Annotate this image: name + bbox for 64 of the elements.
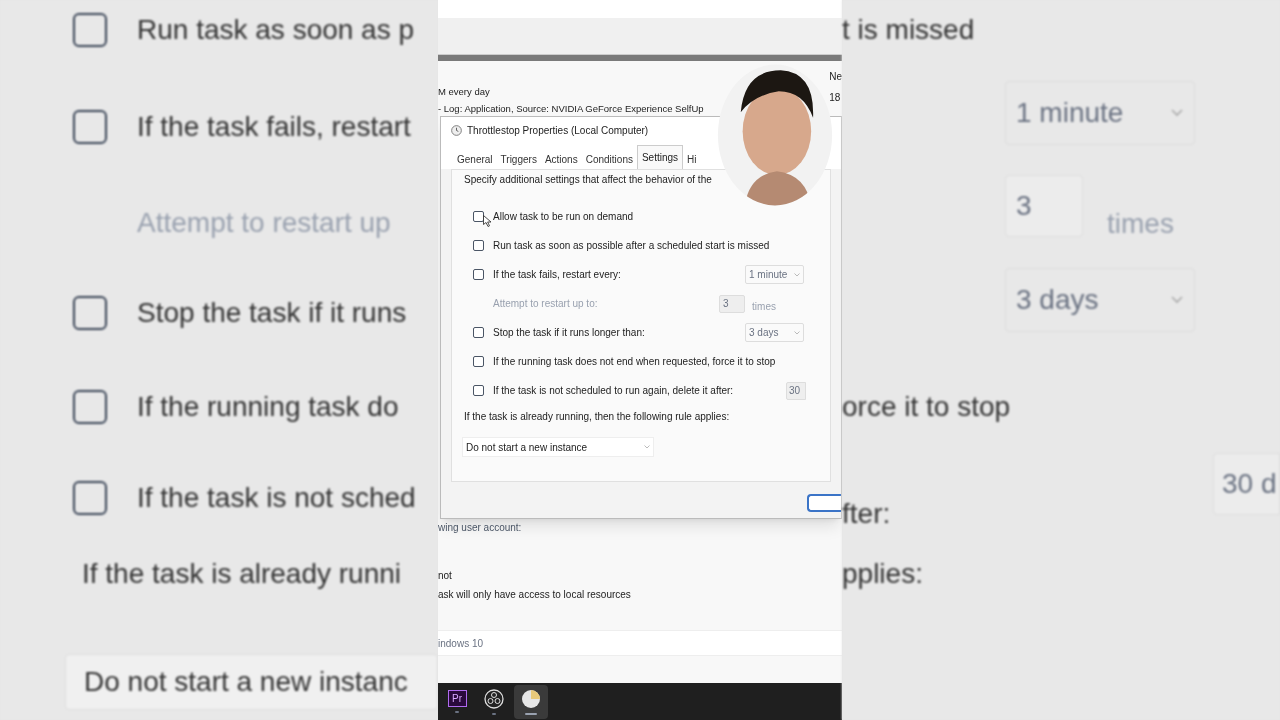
option-label: Allow task to be run on demand [493,210,634,224]
caret-icon [1170,109,1184,117]
detail-line: ask will only have access to local resources [438,588,632,602]
caret-icon [1170,296,1184,304]
unit-label: times [752,300,777,314]
dropdown[interactable]: 3 days [745,323,804,342]
checkbox[interactable] [73,481,107,515]
column-header: Ne [829,70,842,84]
detail-line: wing user account: [438,521,523,535]
option-label: Attempt to restart up [136,206,391,240]
checkbox[interactable] [473,356,484,367]
tab[interactable]: Actions [540,149,582,169]
dropdown[interactable]: Do not start a new instance [462,437,654,457]
option-label: If the running task does not end when requested, force it to stop [493,355,776,369]
option-label: If the task fails, restart every: [493,268,621,282]
clock-icon [451,124,462,136]
checkbox[interactable] [473,327,484,338]
tab[interactable]: Settings [636,145,684,169]
option-label: pplies: [842,557,923,591]
option-label: Run task as soon as p [137,13,415,47]
option-label: Attempt to restart up to: [492,297,598,311]
detail-line: not [438,569,453,583]
checkbox[interactable] [473,240,484,251]
caret-icon [794,272,800,277]
option-label: orce it to stop [842,390,1011,424]
app-icon[interactable]: Pr [447,690,467,707]
option-label: If the task is not scheduled to run again, delete it after: [493,384,734,398]
clock-icon[interactable] [521,688,541,709]
taskbar-item[interactable]: Pr [440,684,474,719]
ok-button[interactable] [807,494,841,512]
table-cell-text: 18 [829,91,842,105]
option-label: Stop the task if it runs [137,296,407,330]
intro-text: Specify additional settings that affect the behavior of the [463,173,713,187]
option-label: If the task fails, restart [137,110,411,144]
option-label: If the running task do [137,390,399,424]
checkbox[interactable] [73,296,107,330]
tab[interactable]: General [453,149,497,169]
detail-line: - Log: Application, Source: NVIDIA GeForce Experience SelfUp [438,102,704,117]
checkbox[interactable] [73,13,107,47]
checkbox[interactable] [473,269,484,280]
detail-line: M every day [438,85,491,99]
rule-label: If the task is already running, then the following rule applies: [463,410,731,424]
option-label: t is missed [842,13,975,47]
option-label: fter: [842,497,891,531]
option-label: Stop the task if it runs longer than: [493,326,645,340]
tab[interactable]: Conditions [581,149,637,169]
text-field[interactable]: 30 [786,381,806,400]
checkbox[interactable] [73,110,107,144]
dropdown[interactable]: Do not start a new instanc [65,654,438,710]
dropdown[interactable]: 1 minute [745,265,804,284]
tab[interactable]: Hi [683,149,701,169]
option-label: Run task as soon as possible after a scheduled start is missed [493,239,770,253]
checkbox[interactable] [73,390,107,424]
checkbox[interactable] [473,385,484,396]
record-app-icon[interactable] [484,688,504,709]
tab[interactable]: Triggers [496,149,541,169]
taskbar-item[interactable] [514,684,548,719]
caret-icon [644,445,650,449]
option-label: If the task is already runni [81,557,402,591]
caret-icon [794,330,800,335]
cursor-icon [483,215,492,227]
option-label: If the task is not sched [137,481,416,515]
window-title: Throttlestop Properties (Local Computer) [467,123,649,138]
unit-label: times [1107,207,1174,241]
